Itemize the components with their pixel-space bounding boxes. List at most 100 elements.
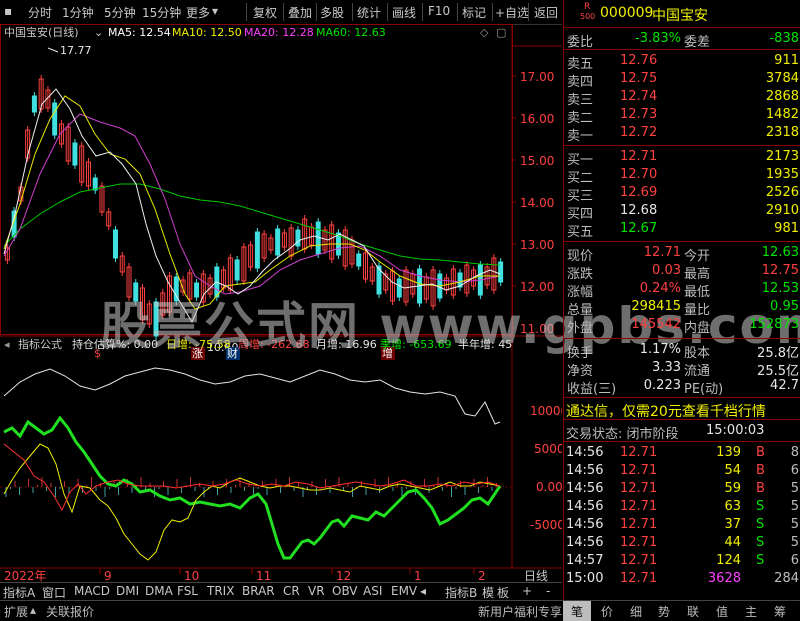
expand-button[interactable]: 扩展: [4, 603, 28, 620]
ask-row[interactable]: 卖五 12.76 911: [564, 52, 800, 72]
ask-row[interactable]: 卖三 12.74 2868: [564, 88, 800, 108]
tab-trend[interactable]: 势: [658, 603, 670, 620]
ask-price[interactable]: 12.73: [620, 107, 657, 122]
bid-row[interactable]: 买一 12.71 2173: [564, 148, 800, 168]
stat-value: 12.75: [761, 263, 799, 278]
tab-5min[interactable]: 5分钟: [104, 4, 136, 21]
toolbar-icon[interactable]: ▪: [4, 4, 12, 18]
multi-stock-button[interactable]: 多股: [320, 4, 344, 21]
window-icon[interactable]: ▢: [496, 26, 506, 39]
tab-emv[interactable]: EMV: [391, 584, 417, 598]
bid-price[interactable]: 12.71: [620, 149, 657, 164]
date-tick: 12: [336, 569, 351, 582]
tab-asi[interactable]: ASI: [363, 584, 382, 598]
tab-template[interactable]: 模: [482, 584, 494, 601]
ask-row[interactable]: 卖一 12.72 2318: [564, 124, 800, 144]
bid-row[interactable]: 买三 12.69 2526: [564, 184, 800, 204]
stat-row: 总量 298415 量比 0.95: [564, 298, 800, 318]
stat-value: 0.95: [770, 299, 799, 314]
ask-row[interactable]: 卖二 12.73 1482: [564, 106, 800, 126]
bid-row[interactable]: 买五 12.67 981: [564, 220, 800, 240]
tab-1min[interactable]: 1分钟: [62, 4, 94, 21]
tab-obv[interactable]: OBV: [332, 584, 358, 598]
add-window-button[interactable]: +: [522, 584, 532, 598]
bid-row[interactable]: 买四 12.68 2910: [564, 202, 800, 222]
tab-main[interactable]: 主: [745, 603, 757, 620]
fundamental-label: 收益(三): [567, 382, 617, 397]
bid-price[interactable]: 12.68: [620, 203, 657, 218]
f10-button[interactable]: F10: [428, 4, 450, 18]
stats-button[interactable]: 统计: [357, 4, 381, 21]
tab-ticks[interactable]: 笔: [571, 603, 583, 620]
tab-dmi[interactable]: DMI: [116, 584, 139, 598]
more-chevron-icon[interactable]: ▾: [212, 4, 218, 18]
remove-window-button[interactable]: -: [546, 584, 550, 598]
tab-value[interactable]: 值: [716, 603, 728, 620]
period-label[interactable]: 日线: [524, 569, 548, 582]
expand-icon[interactable]: ▴: [30, 603, 36, 617]
tick-count: 8: [790, 445, 799, 460]
back-button[interactable]: 返回: [534, 4, 558, 21]
tab-chips[interactable]: 筹: [774, 603, 786, 620]
tab-intraday[interactable]: 分时: [28, 4, 52, 21]
mark-button[interactable]: 标记: [462, 4, 486, 21]
stat-row: 现价 12.71 今开 12.63: [564, 244, 800, 264]
promo-banner[interactable]: 通达信，仅需20元查看千档行情: [564, 400, 800, 421]
indicator-tick: 10000: [530, 404, 562, 418]
tab-vr[interactable]: VR: [308, 584, 325, 598]
chart-area[interactable]: 17.00 16.00 15.00 14.00 13.00 12.00 11.0…: [0, 24, 800, 582]
overlay-button[interactable]: 叠加: [288, 4, 312, 21]
indicator-title: 指标公式: [18, 337, 62, 351]
tab-detail[interactable]: 细: [630, 603, 642, 620]
tab-fsl[interactable]: FSL: [177, 584, 198, 598]
new-user-benefits-link[interactable]: 新用户福利专享: [478, 603, 562, 620]
tab-window[interactable]: 窗口: [42, 584, 66, 601]
tab-macd[interactable]: MACD: [74, 584, 110, 598]
adjust-button[interactable]: 复权: [253, 4, 277, 21]
draw-line-button[interactable]: 画线: [392, 4, 416, 21]
trade-status-row: 交易状态: 闭市阶段 15:00:03: [564, 422, 800, 442]
ask-price[interactable]: 12.76: [620, 53, 657, 68]
tab-price[interactable]: 价: [601, 603, 613, 620]
more-button[interactable]: 更多: [186, 4, 210, 21]
tab-brar[interactable]: BRAR: [242, 584, 275, 598]
candle-body: [254, 231, 260, 269]
tab-linked[interactable]: 联: [687, 603, 699, 620]
toolbar-divider: [422, 3, 423, 21]
settings-toggle-icon[interactable]: ⌄: [94, 26, 103, 39]
bid-volume: 981: [774, 221, 799, 236]
related-quotes-button[interactable]: 关联报价: [46, 603, 94, 620]
tab-indicator-a[interactable]: 指标A: [3, 584, 35, 601]
tab-trix[interactable]: TRIX: [207, 584, 234, 598]
tab-scroll-icon[interactable]: ◂: [420, 584, 426, 598]
diamond-icon[interactable]: ◇: [480, 26, 489, 39]
candle-body: [72, 142, 78, 166]
tab-board[interactable]: 板: [497, 584, 509, 601]
indicator-axis: 10000 5000 0.00 -5000: [530, 404, 562, 532]
ask-price[interactable]: 12.75: [620, 71, 657, 86]
tick-time: 14:57: [566, 553, 604, 568]
tick-row: 14:56 12.71 54 B 6: [564, 462, 800, 480]
tab-15min[interactable]: 15分钟: [142, 4, 181, 21]
tab-cr[interactable]: CR: [283, 584, 300, 598]
order-ratio-label: 委比: [567, 35, 594, 50]
divider: [564, 145, 800, 146]
stat-row: 外盘 145542 内盘 152873: [564, 316, 800, 336]
bid-row[interactable]: 买二 12.70 1935: [564, 166, 800, 186]
tab-dma[interactable]: DMA: [145, 584, 173, 598]
quarter-line: [3, 415, 502, 560]
promo-text[interactable]: 通达信，仅需20元查看千档行情: [566, 401, 766, 421]
bid-price[interactable]: 12.69: [620, 185, 657, 200]
add-watchlist-button[interactable]: +自选: [495, 4, 529, 21]
high-price-label: 17.77: [60, 44, 92, 57]
bid-price[interactable]: 12.70: [620, 167, 657, 182]
bid-volume: 2910: [765, 203, 799, 218]
tab-indicator-b[interactable]: 指标B: [445, 584, 477, 601]
ask-price[interactable]: 12.72: [620, 125, 657, 140]
ask-price[interactable]: 12.74: [620, 89, 657, 104]
bid-price[interactable]: 12.67: [620, 221, 657, 236]
indicator-arrow-icon[interactable]: ◂: [4, 338, 10, 351]
ask-row[interactable]: 卖四 12.75 3784: [564, 70, 800, 90]
order-diff-label: 委差: [684, 35, 711, 50]
tick-time: 14:56: [566, 445, 604, 460]
